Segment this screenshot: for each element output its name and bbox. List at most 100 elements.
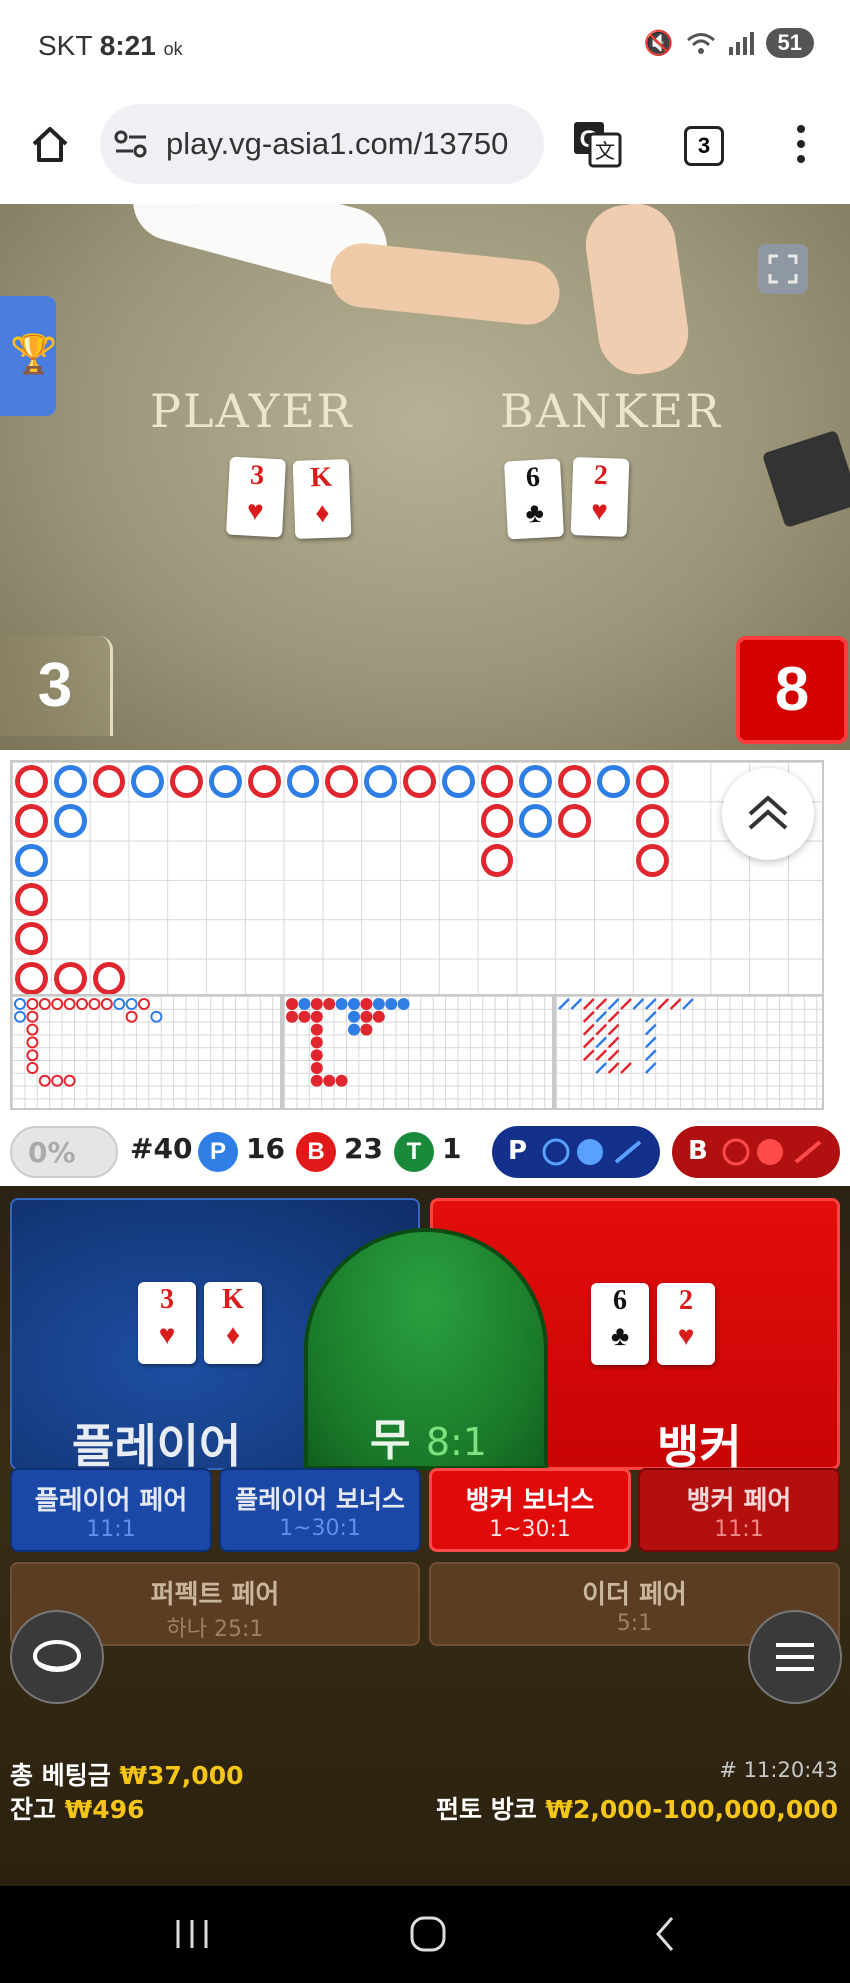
big-eye-road (10, 994, 282, 1110)
banker-mark (582, 998, 595, 1010)
banker-ring (635, 843, 669, 877)
player-mark (397, 998, 410, 1010)
player-ring (209, 765, 242, 799)
bet-limit-line: 펀토 방코 ₩2,000-100,000,000 (435, 1795, 838, 1824)
banker-mark (38, 998, 51, 1010)
banker-mark (607, 1062, 620, 1074)
total-bet-line: 총 베팅금 ₩37,000 (10, 1761, 244, 1790)
cockroach-road (554, 994, 824, 1110)
player-ring (519, 804, 553, 838)
player-ring (597, 765, 630, 799)
back-icon[interactable] (650, 1914, 680, 1954)
banker-ring (558, 765, 591, 799)
big-eye-road-marks (14, 998, 163, 1087)
player-mark (14, 1010, 26, 1023)
stats-row: 0% #40 P 16 B 23 T 1 P B (0, 1120, 850, 1186)
player-mark (125, 998, 138, 1010)
banker-count: 23 (344, 1132, 383, 1165)
player-mark (335, 998, 348, 1010)
translate-icon[interactable]: G文 (572, 120, 622, 168)
player-bet-label: 플레이어 (72, 1419, 242, 1473)
dealer-right-hand (580, 204, 694, 380)
leaderboard-tab[interactable]: 🏆 (0, 296, 57, 416)
home-nav-icon[interactable] (408, 1914, 448, 1954)
banker-mark (607, 1023, 620, 1036)
tab-switcher-button[interactable]: 3 (684, 126, 724, 166)
home-icon[interactable] (30, 124, 70, 164)
banker-mark (582, 1049, 595, 1062)
banker-ring (403, 765, 436, 799)
banker-mark (26, 1036, 39, 1049)
banker-bonus-bet[interactable]: 뱅커 보너스 1~30:1 (429, 1468, 631, 1552)
collapse-roadmap-button[interactable] (722, 768, 814, 860)
banker-ring (92, 961, 126, 995)
tie-bet-area[interactable]: 무 8:1 (304, 1228, 548, 1470)
player-card-1: 3 ♥ (138, 1282, 196, 1364)
more-menu-icon[interactable] (794, 124, 808, 164)
video-player-card-1: 3 ♥ (225, 456, 287, 538)
player-ring (53, 765, 87, 799)
banker-ring (15, 882, 48, 917)
banker-mark (286, 998, 298, 1010)
banker-mark (657, 998, 670, 1010)
small-road (282, 994, 554, 1110)
player-mark (644, 1049, 657, 1062)
player-ring (441, 765, 475, 799)
banker-ring (15, 804, 48, 838)
video-banker-card-2: 2 ♥ (570, 457, 630, 537)
banker-score: 8 (736, 636, 848, 744)
banker-mark (335, 1074, 348, 1087)
menu-button[interactable] (748, 1610, 842, 1704)
banker-mark (582, 1036, 595, 1049)
signal-icon (728, 32, 754, 55)
banker-mark (38, 1074, 51, 1087)
banker-mark (360, 1010, 373, 1023)
banker-mark (26, 998, 39, 1010)
banker-ring (480, 804, 514, 838)
player-mark (348, 1023, 360, 1036)
banker-predict-button[interactable]: B (672, 1126, 840, 1178)
bet-panel: 3 ♥ K ♦ 플레이어 6 ♣ 2 ♥ 뱅커 무 8:1 플레이어 페어 11:1 플… (0, 1186, 850, 1886)
banker-mark (607, 1010, 620, 1023)
browser-toolbar: play.vg-asia1.com/13750 G文 3 (0, 96, 850, 204)
banker-pair-bet[interactable]: 뱅커 페어 11:1 (638, 1468, 840, 1552)
banker-mark (360, 998, 373, 1010)
banker-mark (582, 1010, 595, 1023)
player-predict-button[interactable]: P (492, 1126, 660, 1178)
player-mark (644, 1023, 657, 1036)
player-mark (595, 1036, 608, 1049)
banker-mark (286, 1010, 298, 1023)
player-mark (644, 1010, 657, 1023)
player-ring (519, 765, 553, 799)
chat-button[interactable] (10, 1610, 104, 1704)
site-settings-icon[interactable] (114, 130, 148, 158)
url-text: play.vg-asia1.com/13750 (166, 126, 509, 161)
player-mark (385, 998, 398, 1010)
banker-mark (595, 998, 608, 1010)
banker-mark (323, 1074, 336, 1087)
player-ring (286, 765, 320, 799)
fullscreen-icon (768, 254, 798, 284)
live-video: 🏆 PLAYER BANKER 3 ♥ K ♦ 6 ♣ 2 ♥ 3 8 (0, 204, 850, 750)
player-bonus-bet[interactable]: 플레이어 보너스 1~30:1 (219, 1468, 421, 1552)
player-mark (348, 998, 360, 1010)
status-bar: SKT 8:21 ok 🔇 51 (0, 0, 850, 96)
player-ring (15, 843, 48, 877)
banker-card-1: 6 ♣ (591, 1283, 649, 1365)
player-mark (644, 1062, 657, 1074)
progress-pill: 0% (10, 1126, 118, 1178)
banker-mark (607, 1049, 620, 1062)
player-predict-icons (542, 1138, 642, 1166)
banker-ring (480, 843, 514, 877)
address-bar[interactable]: play.vg-asia1.com/13750 (100, 104, 544, 184)
banker-mark (310, 1023, 323, 1036)
fullscreen-button[interactable] (758, 244, 808, 294)
player-ring (364, 765, 397, 799)
banker-mark (138, 998, 150, 1010)
player-pair-bet[interactable]: 플레이어 페어 11:1 (10, 1468, 212, 1552)
player-mark (150, 1010, 163, 1023)
chevron-up-icon (748, 795, 788, 830)
bet-limit-value: ₩2,000-100,000,000 (545, 1795, 838, 1824)
battery-indicator: 51 (765, 28, 814, 58)
recent-apps-icon[interactable] (172, 1916, 212, 1952)
